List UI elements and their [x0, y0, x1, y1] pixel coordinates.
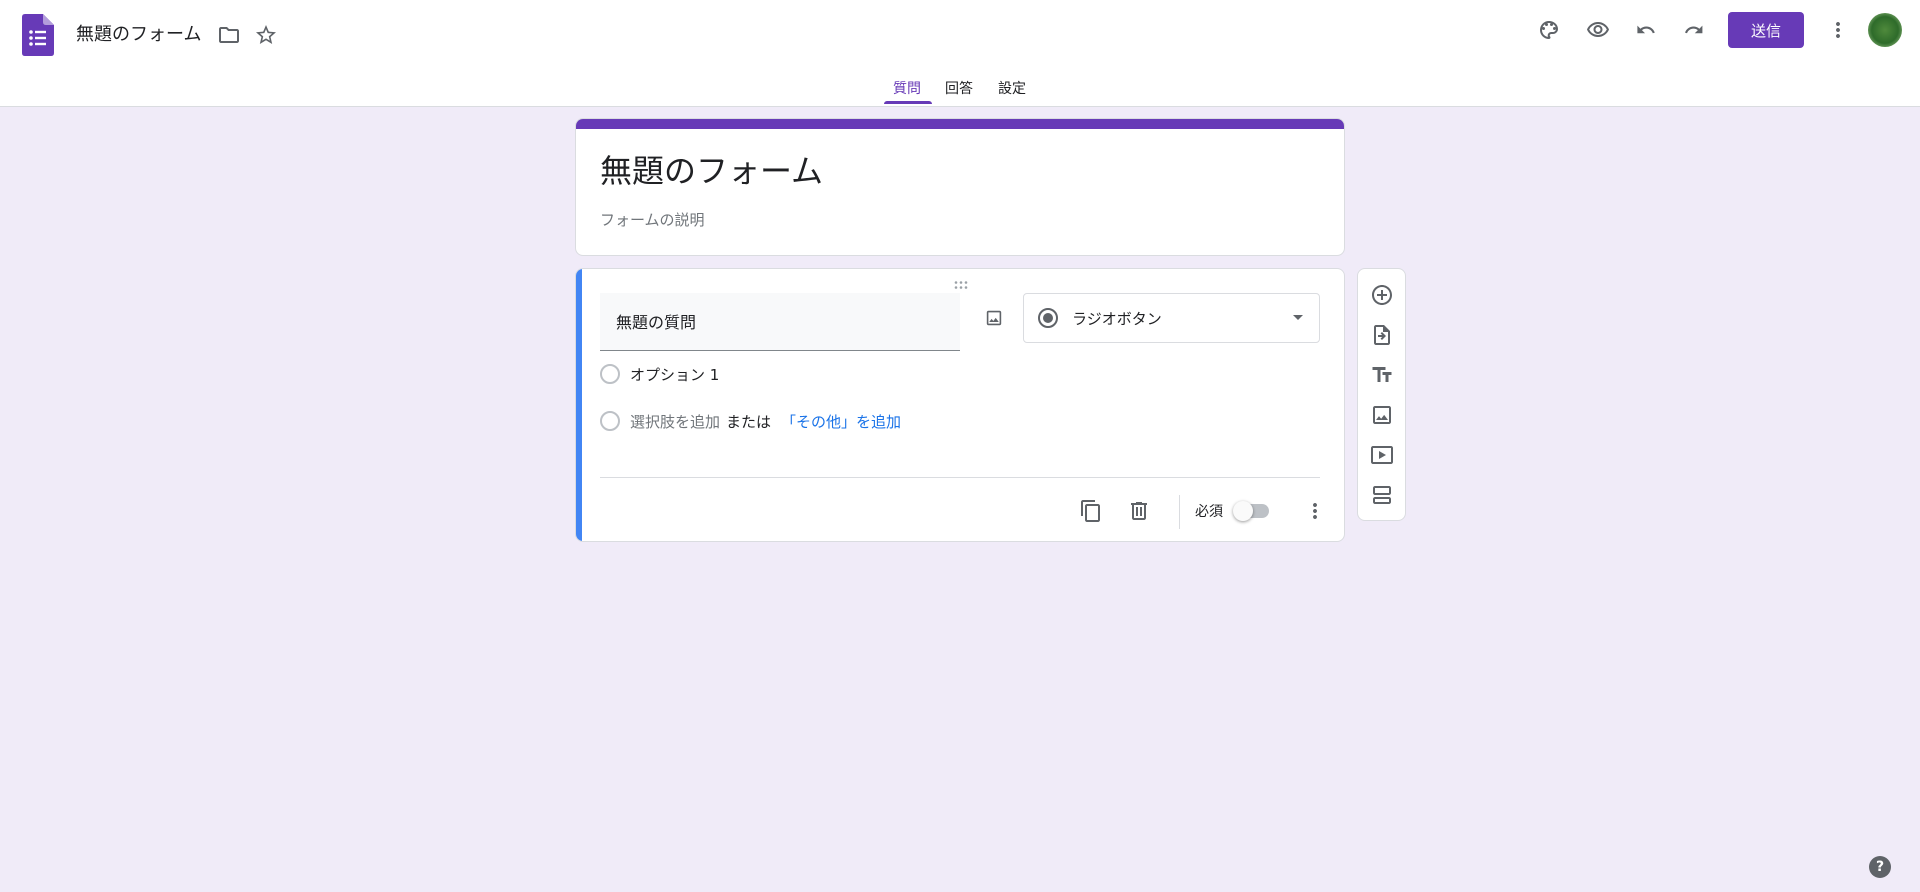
undo-icon[interactable] — [1628, 12, 1664, 48]
avatar[interactable] — [1868, 13, 1902, 47]
radio-unchecked-icon — [600, 364, 620, 384]
active-card-indicator — [576, 269, 582, 541]
add-image-icon[interactable] — [976, 300, 1012, 336]
required-label: 必須 — [1195, 504, 1223, 520]
drag-handle-icon[interactable] — [953, 275, 969, 289]
divider — [600, 477, 1320, 478]
top-bar: 無題のフォーム 送信 質問 回答 設定 — [0, 0, 1920, 107]
question-card[interactable]: 無題の質問 ラジオボタン オプション 1 選択肢を追加 または 「その他」を追加… — [575, 268, 1345, 542]
add-section-icon[interactable] — [1364, 477, 1400, 513]
add-video-icon[interactable] — [1364, 437, 1400, 473]
question-title-input[interactable]: 無題の質問 — [600, 293, 960, 351]
add-option-link[interactable]: 選択肢を追加 — [630, 411, 720, 432]
more-vert-icon[interactable] — [1297, 493, 1333, 529]
divider — [1179, 495, 1180, 529]
tab-bar: 質問 回答 設定 — [0, 74, 1920, 107]
floating-toolbar — [1357, 268, 1406, 521]
tab-settings[interactable]: 設定 — [998, 78, 1026, 98]
document-title[interactable]: 無題のフォーム — [76, 22, 201, 48]
radio-unchecked-icon — [600, 411, 620, 431]
radio-checked-icon — [1038, 308, 1058, 328]
option-row[interactable]: オプション 1 — [600, 362, 719, 386]
accent-bar — [576, 119, 1344, 129]
form-header-card: 無題のフォーム フォームの説明 — [575, 118, 1345, 256]
add-option-row: 選択肢を追加 または 「その他」を追加 — [600, 409, 901, 433]
form-description-field[interactable]: フォームの説明 — [600, 209, 705, 230]
forms-logo-icon[interactable] — [22, 14, 54, 56]
import-questions-icon[interactable] — [1364, 317, 1400, 353]
duplicate-icon[interactable] — [1073, 493, 1109, 529]
palette-icon[interactable] — [1531, 12, 1567, 48]
more-vert-icon[interactable] — [1820, 12, 1856, 48]
option-label[interactable]: オプション 1 — [630, 364, 719, 385]
delete-icon[interactable] — [1121, 493, 1157, 529]
required-toggle[interactable] — [1233, 501, 1269, 521]
send-button[interactable]: 送信 — [1728, 12, 1804, 48]
active-tab-indicator — [884, 101, 932, 104]
question-type-dropdown[interactable]: ラジオボタン — [1023, 293, 1320, 343]
chevron-down-icon — [1293, 315, 1303, 320]
redo-icon[interactable] — [1676, 12, 1712, 48]
question-type-label: ラジオボタン — [1072, 309, 1162, 328]
tab-questions[interactable]: 質問 — [893, 78, 921, 98]
preview-eye-icon[interactable] — [1580, 12, 1616, 48]
tab-responses[interactable]: 回答 — [945, 78, 973, 98]
add-other-link[interactable]: 「その他」を追加 — [781, 411, 901, 432]
folder-icon[interactable] — [211, 17, 247, 53]
help-icon[interactable]: ? — [1869, 856, 1891, 878]
add-image-icon[interactable] — [1364, 397, 1400, 433]
add-question-icon[interactable] — [1364, 277, 1400, 313]
star-icon[interactable] — [248, 17, 284, 53]
add-title-icon[interactable] — [1364, 357, 1400, 393]
form-title[interactable]: 無題のフォーム — [600, 146, 823, 192]
or-text: または — [726, 412, 772, 431]
